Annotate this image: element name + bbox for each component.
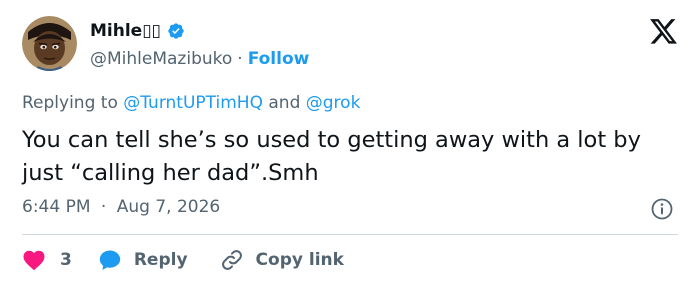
author-handle[interactable]: @MihleMazibuko bbox=[90, 49, 232, 69]
handle-row: @MihleMazibuko · Follow bbox=[90, 48, 309, 70]
x-logo-icon[interactable] bbox=[650, 19, 678, 45]
tweet-actions: 3 Reply Copy link bbox=[22, 244, 344, 276]
mention-link[interactable]: @grok bbox=[306, 93, 361, 113]
reply-conjunction: and bbox=[268, 93, 301, 113]
avatar-image bbox=[22, 16, 77, 71]
display-name[interactable]: Mihle▯▯ bbox=[90, 21, 161, 41]
copy-link-label: Copy link bbox=[255, 250, 344, 270]
follow-button[interactable]: Follow bbox=[248, 49, 310, 69]
reply-button[interactable]: Reply bbox=[98, 248, 220, 272]
verified-badge-icon bbox=[167, 22, 185, 40]
chat-bubble-icon bbox=[99, 250, 121, 270]
divider bbox=[22, 234, 678, 235]
handle-separator: · bbox=[237, 49, 243, 69]
copy-link-button[interactable]: Copy link bbox=[220, 248, 344, 272]
tweet-timestamp[interactable]: 6:44 PM · Aug 7, 2026 bbox=[22, 197, 220, 217]
like-count: 3 bbox=[60, 250, 72, 270]
tweet-date: Aug 7, 2026 bbox=[116, 197, 221, 217]
info-icon[interactable] bbox=[651, 198, 673, 220]
tweet-time: 6:44 PM bbox=[22, 197, 91, 217]
link-icon bbox=[221, 250, 242, 270]
reply-context: Replying to @TurntUPTimHQ and @grok bbox=[22, 93, 360, 113]
reply-label: Reply bbox=[133, 250, 188, 270]
reply-prefix: Replying to bbox=[22, 93, 118, 113]
like-button[interactable]: 3 bbox=[22, 249, 98, 271]
tweet-text: You can tell she’s so used to getting aw… bbox=[22, 127, 641, 186]
heart-icon bbox=[23, 250, 45, 271]
mention-link[interactable]: @TurntUPTimHQ bbox=[123, 93, 263, 113]
author-name-row: Mihle▯▯ bbox=[90, 19, 185, 43]
avatar[interactable] bbox=[22, 16, 77, 71]
timestamp-separator: · bbox=[100, 197, 107, 217]
